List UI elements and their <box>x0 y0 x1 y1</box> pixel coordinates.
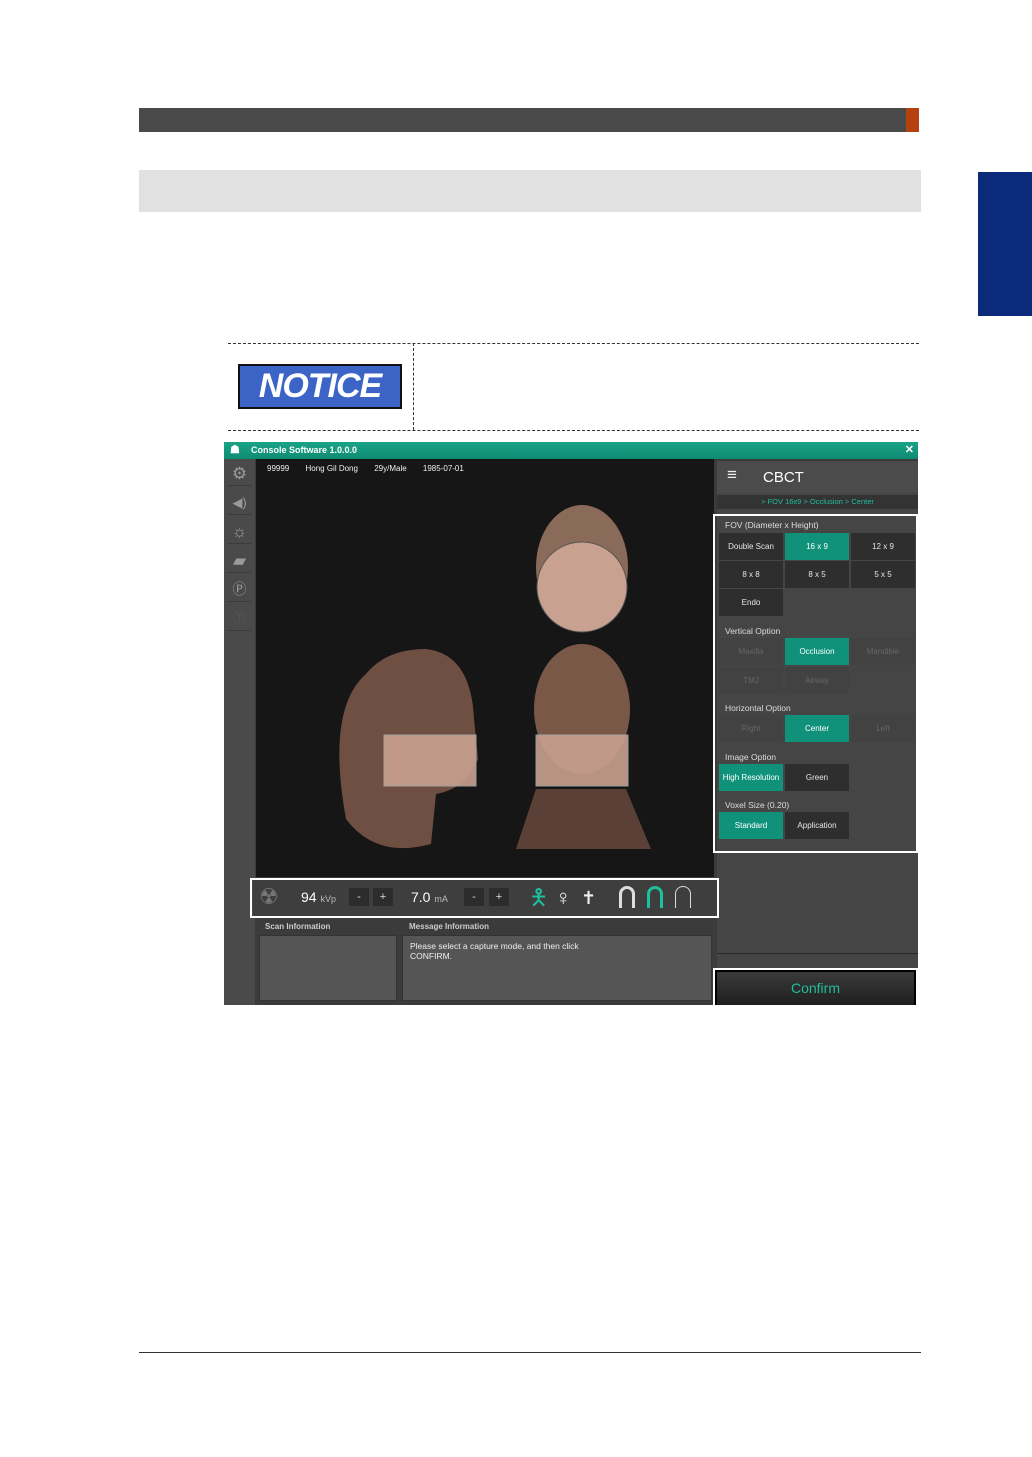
fov-double-scan[interactable]: Double Scan <box>719 533 783 560</box>
menu-icon[interactable]: ≡ <box>727 465 737 485</box>
side-view-head <box>339 649 478 849</box>
sidebar: ⚙ ◀) ☼ ▰ Ⓟ Ⓣ <box>224 459 255 1005</box>
notice-top-divider <box>228 343 919 344</box>
image-option-label: Image Option <box>725 752 777 762</box>
horizontal-left[interactable]: Left <box>851 715 915 742</box>
preset-icon[interactable]: Ⓟ <box>228 577 251 602</box>
arch-medium-icon[interactable] <box>647 886 663 908</box>
light-icon[interactable]: ☼ <box>228 519 251 544</box>
panel-divider <box>717 953 918 954</box>
console-window: ☗ Console Software 1.0.0.0 ✕ ⚙ ◀) ☼ ▰ Ⓟ … <box>224 442 918 1005</box>
vertical-occlusion[interactable]: Occlusion <box>785 638 849 665</box>
kvp-plus-button[interactable]: + <box>373 888 393 906</box>
chapter-tab <box>978 172 1032 316</box>
radiation-icon: ☢ <box>259 884 279 909</box>
kvp-minus-button[interactable]: - <box>349 888 369 906</box>
fov-8x8[interactable]: 8 x 8 <box>719 561 783 588</box>
kvp-unit: kVp <box>320 894 336 904</box>
arch-small-icon[interactable] <box>675 886 691 908</box>
breadcrumb: > FOV 16x9 > Occlusion > Center <box>717 495 918 509</box>
fov-8x5[interactable]: 8 x 5 <box>785 561 849 588</box>
message-info-label: Message Information <box>409 922 490 931</box>
fov-5x5[interactable]: 5 x 5 <box>851 561 915 588</box>
speaker-icon[interactable]: ◀) <box>228 490 251 515</box>
ma-plus-button[interactable]: + <box>489 888 509 906</box>
adult-male-icon[interactable]: 🯅 <box>529 886 548 910</box>
notice-badge: NOTICE <box>238 364 402 409</box>
top-view-head <box>536 505 628 633</box>
child-icon[interactable]: ✝ <box>581 886 596 910</box>
exposure-controls: ☢ 94 kVp - + 7.0 mA - + 🯅 ♀ ✝ <box>253 880 717 916</box>
fov-endo[interactable]: Endo <box>719 589 783 616</box>
message-text: Please select a capture mode, and then c… <box>410 941 579 961</box>
scan-info-label: Scan Information <box>265 922 331 931</box>
fov-label: FOV (Diameter x Height) <box>725 520 819 530</box>
patient-age-sex: 29y/Male <box>374 464 407 473</box>
mode-title: CBCT <box>763 469 804 486</box>
arch-large-icon[interactable] <box>619 886 635 908</box>
scan-info-box <box>259 935 397 1001</box>
title-bar: ☗ Console Software 1.0.0.0 ✕ <box>224 442 918 459</box>
vertical-mandible[interactable]: Mandible <box>851 638 915 665</box>
fov-16x9[interactable]: 16 x 9 <box>785 533 849 560</box>
app-title: Console Software 1.0.0.0 <box>251 445 358 455</box>
head-model-views <box>339 505 651 849</box>
footer-rule <box>139 1352 921 1353</box>
image-high-resolution[interactable]: High Resolution <box>719 764 783 791</box>
voxel-standard[interactable]: Standard <box>719 812 783 839</box>
header-bar <box>139 108 919 132</box>
horizontal-center[interactable]: Center <box>785 715 849 742</box>
notice-divider <box>413 343 414 430</box>
app-logo-icon: ☗ <box>230 444 240 456</box>
patient-viewer: 99999 Hong Gil Dong 29y/Male 1985-07-01 <box>256 459 714 877</box>
horizontal-label: Horizontal Option <box>725 703 791 713</box>
patient-id: 99999 <box>267 464 290 473</box>
settings-icon[interactable]: ⚙ <box>228 461 251 486</box>
voxel-label: Voxel Size (0.20) <box>725 800 790 810</box>
patient-info: 99999 Hong Gil Dong 29y/Male 1985-07-01 <box>267 464 478 473</box>
mode-header: ≡ CBCT <box>717 461 918 493</box>
vertical-airway[interactable]: Airway <box>785 667 849 694</box>
voxel-application[interactable]: Application <box>785 812 849 839</box>
vertical-tmj[interactable]: TMJ <box>719 667 783 694</box>
section-band <box>139 170 921 212</box>
message-box: Please select a capture mode, and then c… <box>402 935 712 1001</box>
close-icon[interactable]: ✕ <box>905 442 914 459</box>
front-view-head <box>516 644 651 849</box>
horizontal-right[interactable]: Right <box>719 715 783 742</box>
notice-bottom-divider <box>228 430 919 431</box>
adult-female-icon[interactable]: ♀ <box>555 886 572 910</box>
layers-icon[interactable]: ▰ <box>228 548 251 573</box>
vertical-label: Vertical Option <box>725 626 781 636</box>
kvp-value: 94 <box>301 889 317 905</box>
patient-dob: 1985-07-01 <box>422 464 464 473</box>
ma-unit: mA <box>434 894 448 904</box>
image-green[interactable]: Green <box>785 764 849 791</box>
ma-minus-button[interactable]: - <box>464 888 484 906</box>
patient-name: Hong Gil Dong <box>305 464 358 473</box>
header-accent <box>906 108 919 132</box>
ma-value: 7.0 <box>411 889 431 905</box>
fov-12x9[interactable]: 12 x 9 <box>851 533 915 560</box>
confirm-button[interactable]: Confirm <box>717 972 914 1005</box>
tool-icon[interactable]: Ⓣ <box>228 606 251 631</box>
vertical-maxilla[interactable]: Maxilla <box>719 638 783 665</box>
right-panel: ≡ CBCT > FOV 16x9 > Occlusion > Center F… <box>713 461 918 1005</box>
